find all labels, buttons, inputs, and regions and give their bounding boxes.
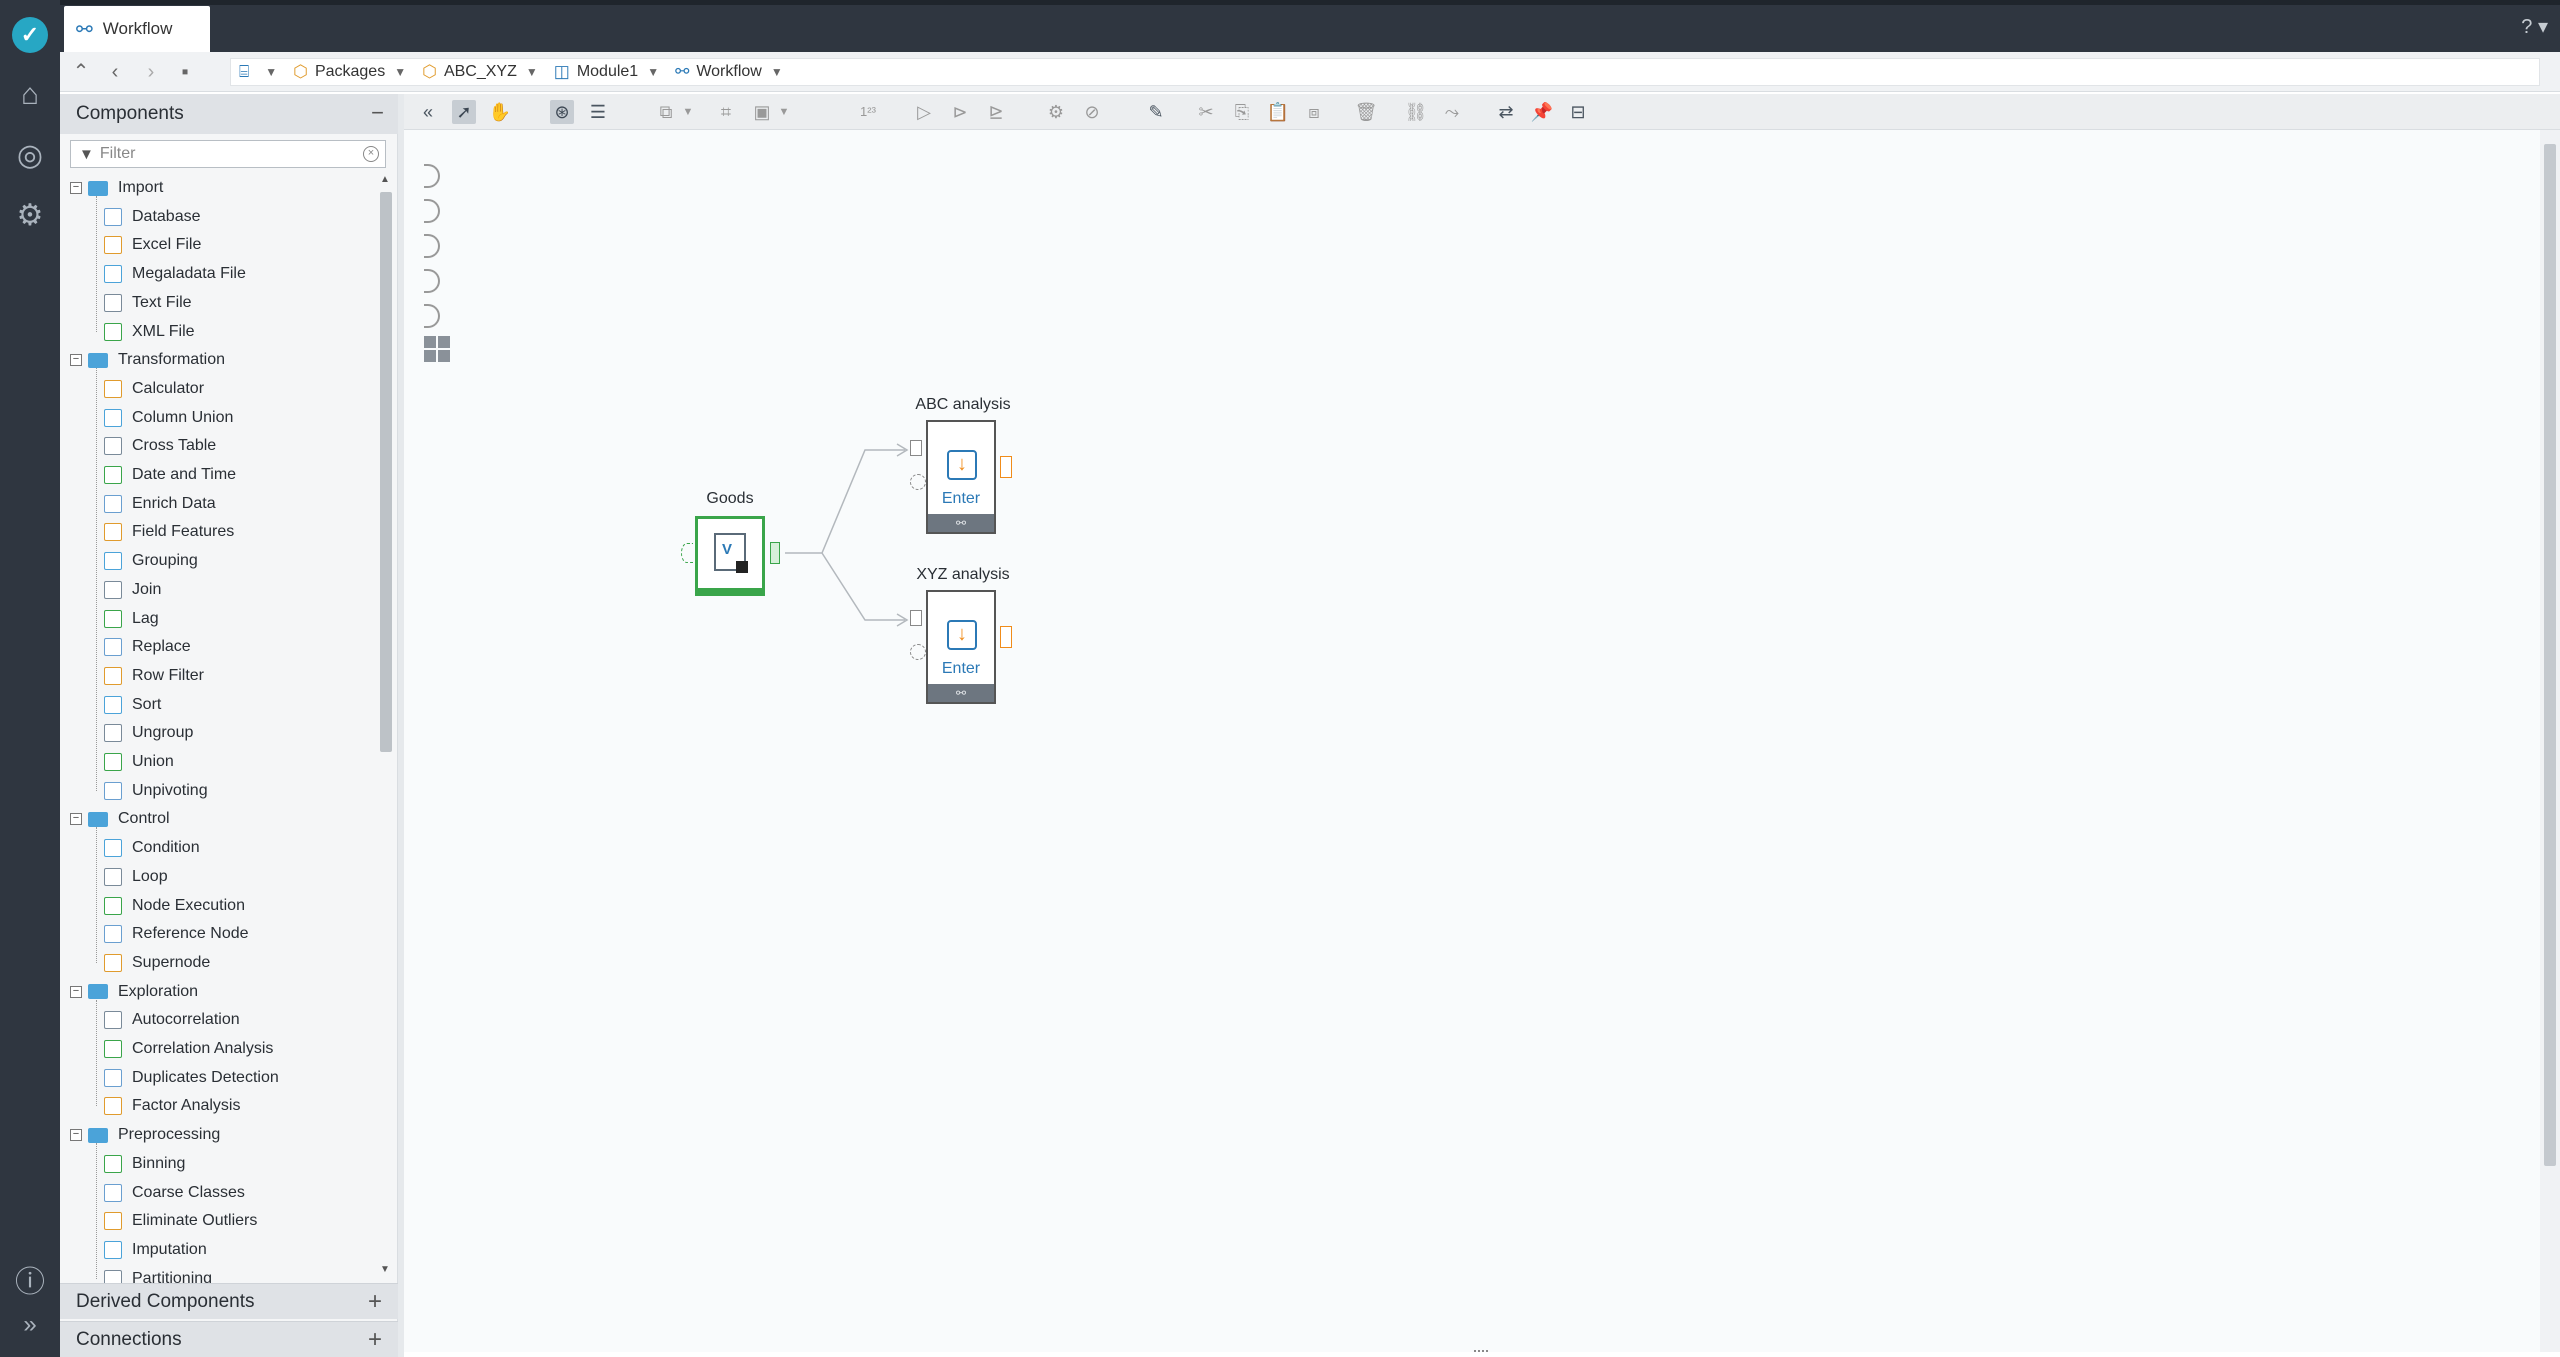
resize-grip[interactable] bbox=[1474, 1350, 1488, 1354]
control-port[interactable] bbox=[910, 474, 926, 490]
node-title: Goods bbox=[706, 490, 754, 507]
node-title: ABC analysis bbox=[915, 396, 1011, 413]
node-footer-icon: ⚯ bbox=[928, 514, 994, 532]
output-port[interactable] bbox=[1000, 456, 1012, 478]
supernode-enter-icon: ↓ bbox=[947, 620, 977, 650]
input-port[interactable] bbox=[910, 440, 922, 456]
connections-layer bbox=[785, 443, 909, 627]
input-port[interactable] bbox=[910, 610, 922, 626]
xyz-analysis-node[interactable]: ↓ Enter ⚯ bbox=[926, 590, 996, 704]
abc-analysis-node[interactable]: ↓ Enter ⚯ bbox=[926, 420, 996, 534]
output-port[interactable] bbox=[770, 542, 780, 564]
supernode-enter-icon: ↓ bbox=[947, 450, 977, 480]
enter-label[interactable]: Enter bbox=[928, 490, 994, 508]
node-title: XYZ analysis bbox=[916, 566, 1010, 583]
megaladata-file-icon: V bbox=[714, 533, 748, 573]
node-status-port bbox=[681, 543, 693, 563]
goods-node[interactable]: V bbox=[695, 516, 765, 596]
connection-line[interactable] bbox=[821, 552, 905, 621]
output-port[interactable] bbox=[1000, 626, 1012, 648]
control-port[interactable] bbox=[910, 644, 926, 660]
node-footer-icon: ⚯ bbox=[928, 684, 994, 702]
enter-label[interactable]: Enter bbox=[928, 660, 994, 678]
